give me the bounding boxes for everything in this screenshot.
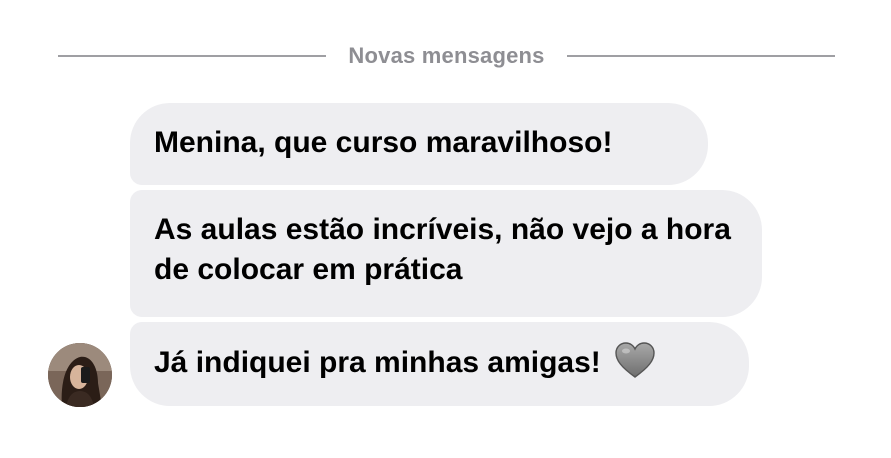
new-messages-divider: Novas mensagens xyxy=(58,38,836,74)
divider-line-left xyxy=(58,55,327,57)
new-messages-label: Novas mensagens xyxy=(348,43,545,68)
message-bubble[interactable]: Já indiquei pra minhas amigas! xyxy=(130,322,749,406)
avatar-photo xyxy=(48,343,112,407)
message-text: Menina, que curso maravilhoso! xyxy=(154,126,613,159)
message-bubble[interactable]: Menina, que curso maravilhoso! xyxy=(130,103,708,185)
divider-line-right xyxy=(566,55,836,57)
message-bubble[interactable]: As aulas estão incríveis, não vejo a hor… xyxy=(130,190,762,317)
grey-heart-icon xyxy=(615,342,655,378)
avatar[interactable] xyxy=(48,343,112,407)
message-text: Já indiquei pra minhas amigas! xyxy=(154,346,601,379)
message-text: As aulas estão incríveis, não vejo a hor… xyxy=(154,213,731,286)
